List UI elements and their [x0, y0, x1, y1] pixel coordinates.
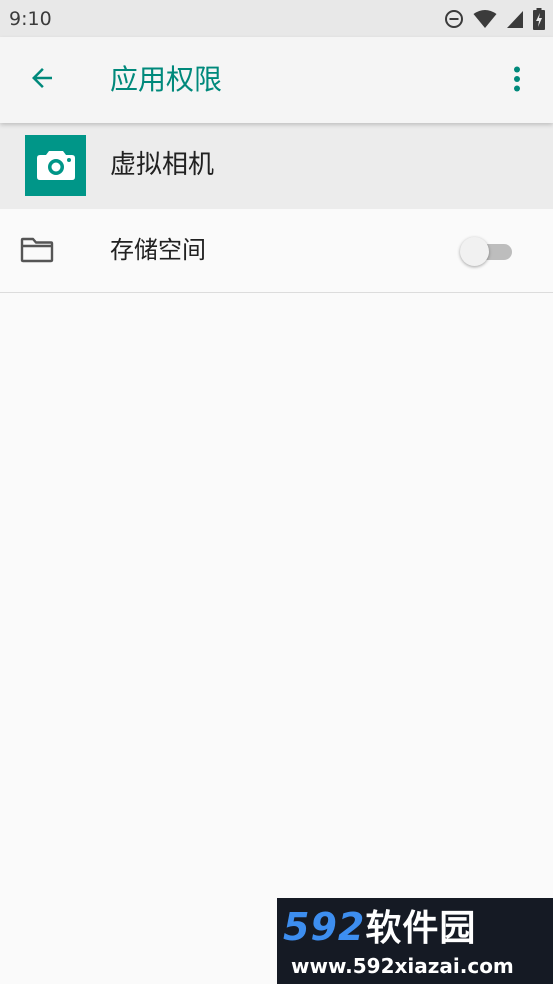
- app-bar: 应用权限: [0, 37, 553, 123]
- arrow-left-icon: [27, 63, 57, 97]
- watermark-url: www.592xiazai.com: [291, 954, 514, 978]
- storage-permission-toggle[interactable]: [460, 236, 514, 266]
- status-bar: 9:10: [0, 0, 553, 37]
- wifi-icon: [473, 9, 497, 29]
- camera-icon: [36, 148, 75, 184]
- watermark-logo: 592软件园 www.592xiazai.com: [277, 898, 553, 984]
- page-title: 应用权限: [110, 63, 223, 96]
- back-button[interactable]: [20, 58, 64, 102]
- permission-row-storage[interactable]: 存储空间: [0, 209, 553, 293]
- watermark-digits: 592: [283, 905, 366, 949]
- permission-label: 存储空间: [110, 236, 206, 264]
- toggle-thumb: [460, 237, 489, 266]
- app-icon: [25, 135, 86, 196]
- cell-signal-icon: [506, 9, 524, 29]
- folder-icon: [20, 235, 54, 265]
- status-icons: [444, 8, 545, 30]
- overflow-menu-button[interactable]: [499, 61, 535, 101]
- watermark-title: 592软件园: [283, 902, 547, 952]
- app-header: 虚拟相机: [0, 123, 553, 209]
- app-name: 虚拟相机: [110, 150, 215, 180]
- status-time: 9:10: [9, 8, 52, 30]
- more-vert-icon: [513, 66, 521, 96]
- battery-charging-icon: [533, 8, 545, 30]
- watermark-brand: 软件园: [365, 908, 477, 949]
- do-not-disturb-icon: [444, 9, 464, 29]
